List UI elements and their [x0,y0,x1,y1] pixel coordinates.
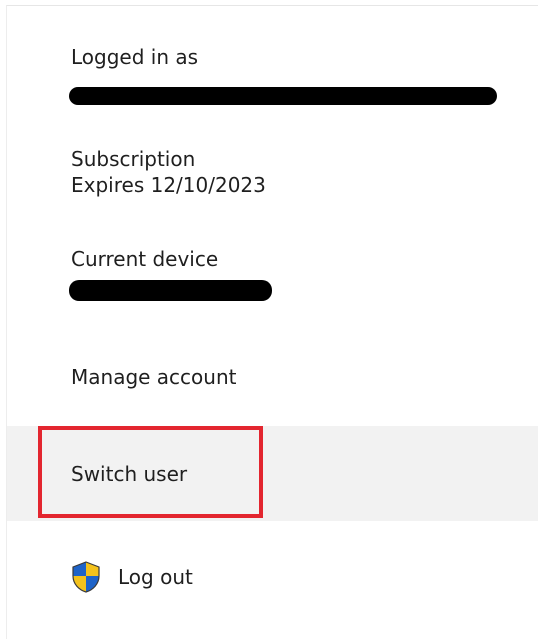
logged-in-label: Logged in as [71,45,199,69]
log-out-button[interactable]: Log out [7,544,538,610]
manage-account-label: Manage account [71,365,237,389]
redacted-device-name [69,280,272,301]
subscription-expiry: Expires 12/10/2023 [71,173,266,197]
current-device-section: Current device [71,246,218,272]
subscription-section: Subscription Expires 12/10/2023 [71,146,266,198]
redacted-email [69,87,497,105]
switch-user-button[interactable]: Switch user [7,426,538,521]
logged-in-section: Logged in as [71,44,198,70]
subscription-label: Subscription [71,147,196,171]
account-flyout-panel: Logged in as Subscription Expires 12/10/… [6,5,538,639]
current-device-label: Current device [71,247,219,271]
switch-user-label: Switch user [71,461,188,486]
uac-shield-icon [69,560,103,594]
manage-account-link[interactable]: Manage account [7,346,538,408]
log-out-label: Log out [118,565,193,589]
